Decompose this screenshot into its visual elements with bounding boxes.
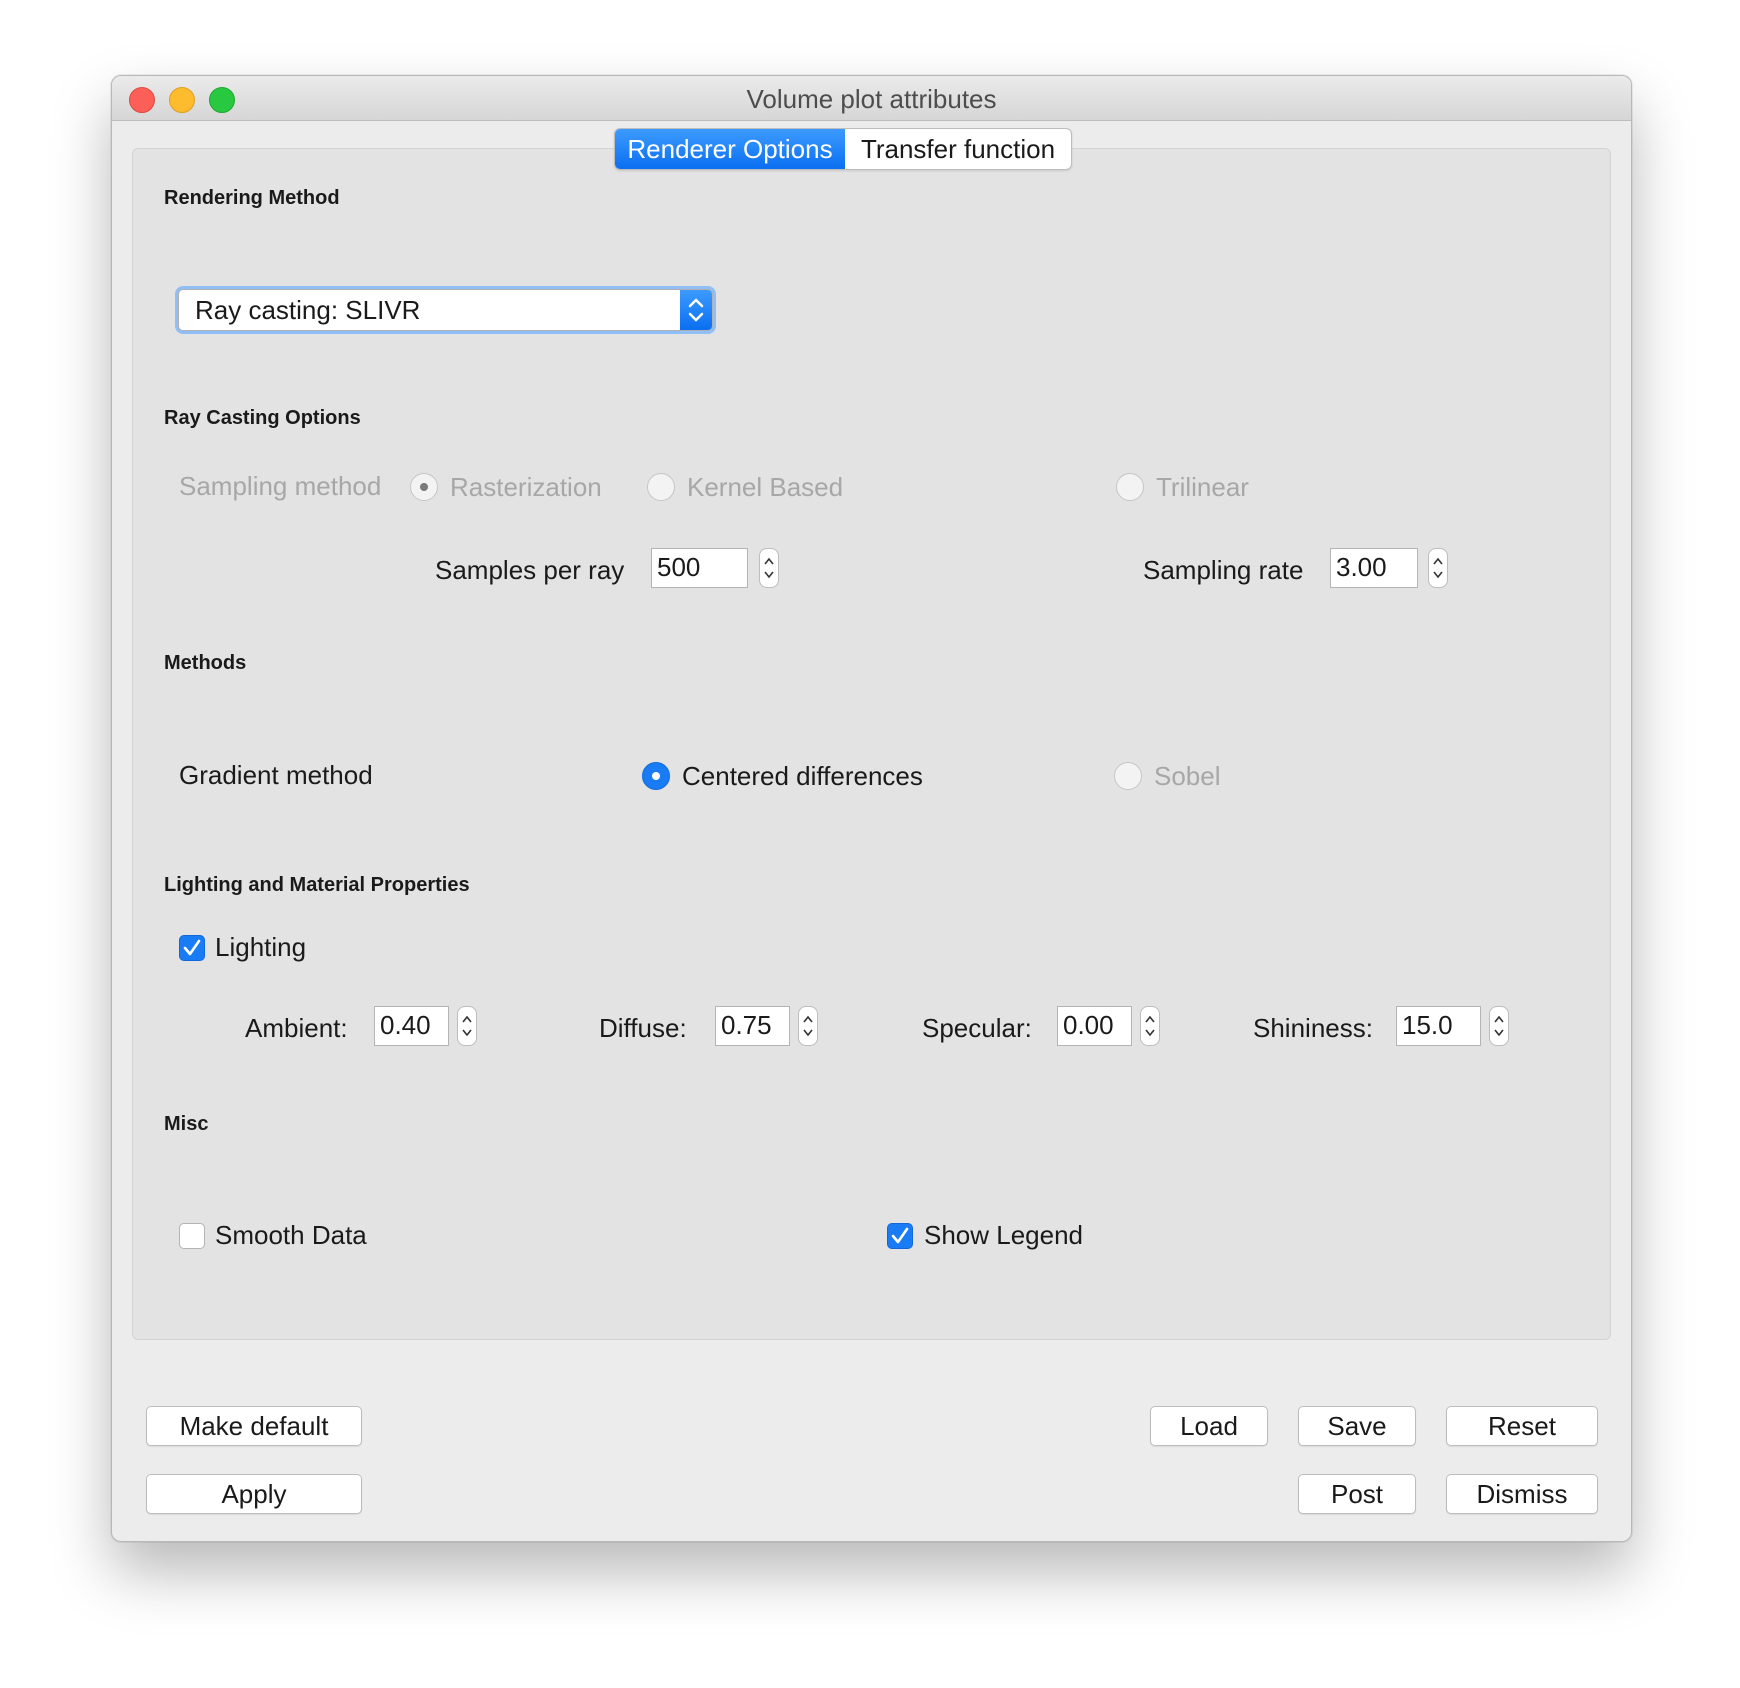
smooth-data-checkbox[interactable]: [179, 1223, 205, 1249]
checkmark-icon: [183, 939, 201, 956]
tab-transfer-function[interactable]: Transfer function: [845, 129, 1071, 169]
ambient-label: Ambient:: [245, 1013, 348, 1043]
post-button[interactable]: Post: [1298, 1474, 1416, 1514]
rasterization-radio[interactable]: [410, 473, 438, 501]
rendering-method-select[interactable]: Ray casting: SLIVR: [178, 289, 713, 331]
dismiss-button[interactable]: Dismiss: [1446, 1474, 1598, 1514]
shininess-stepper[interactable]: [1489, 1006, 1509, 1046]
samples-per-ray-field[interactable]: 500: [651, 548, 748, 588]
show-legend-label: Show Legend: [924, 1220, 1084, 1250]
diffuse-label: Diffuse:: [599, 1013, 687, 1043]
reset-button[interactable]: Reset: [1446, 1406, 1598, 1446]
ray-casting-heading: Ray Casting Options: [164, 407, 361, 429]
trilinear-label: Trilinear: [1156, 472, 1249, 502]
gradient-method-label: Gradient method: [179, 760, 373, 790]
checkmark-icon: [891, 1227, 909, 1244]
lighting-checkbox[interactable]: [179, 935, 205, 961]
samples-per-ray-label: Samples per ray: [435, 555, 625, 585]
rendering-method-value: Ray casting: SLIVR: [195, 295, 421, 325]
sampling-rate-field[interactable]: 3.00: [1330, 548, 1418, 588]
smooth-data-label: Smooth Data: [215, 1220, 367, 1250]
apply-button[interactable]: Apply: [146, 1474, 362, 1514]
window-title: Volume plot attributes: [746, 84, 997, 114]
centered-differences-label: Centered differences: [682, 761, 923, 791]
samples-per-ray-stepper[interactable]: [759, 548, 779, 588]
volume-plot-attributes-window: Volume plot attributes Renderer Options …: [111, 75, 1632, 1542]
sobel-label: Sobel: [1154, 761, 1221, 791]
sampling-rate-label: Sampling rate: [1143, 555, 1304, 585]
lighting-label: Lighting: [215, 932, 307, 962]
make-default-button[interactable]: Make default: [146, 1406, 362, 1446]
misc-heading: Misc: [164, 1113, 209, 1135]
save-button[interactable]: Save: [1298, 1406, 1416, 1446]
specular-field[interactable]: 0.00: [1057, 1006, 1132, 1046]
show-legend-checkbox[interactable]: [887, 1223, 913, 1249]
rasterization-label: Rasterization: [450, 472, 602, 502]
kernel-based-radio[interactable]: [647, 473, 675, 501]
sobel-radio[interactable]: [1114, 762, 1142, 790]
shininess-field[interactable]: 15.0: [1396, 1006, 1481, 1046]
ambient-stepper[interactable]: [457, 1006, 477, 1046]
kernel-based-label: Kernel Based: [687, 472, 844, 502]
shininess-label: Shininess:: [1253, 1013, 1373, 1043]
tab-renderer-options[interactable]: Renderer Options: [615, 129, 845, 169]
load-button[interactable]: Load: [1150, 1406, 1268, 1446]
title-bar[interactable]: Volume plot attributes: [112, 76, 1631, 121]
ambient-field[interactable]: 0.40: [374, 1006, 449, 1046]
trilinear-radio[interactable]: [1116, 473, 1144, 501]
rendering-method-heading: Rendering Method: [164, 187, 340, 209]
diffuse-field[interactable]: 0.75: [715, 1006, 790, 1046]
specular-stepper[interactable]: [1140, 1006, 1160, 1046]
specular-label: Specular:: [922, 1013, 1032, 1043]
tab-bar: Renderer Options Transfer function: [614, 128, 1072, 170]
centered-differences-radio[interactable]: [642, 762, 670, 790]
lighting-heading: Lighting and Material Properties: [164, 874, 470, 896]
methods-heading: Methods: [164, 652, 247, 674]
sampling-method-label: Sampling method: [179, 471, 382, 501]
select-arrows-icon: [680, 290, 712, 330]
diffuse-stepper[interactable]: [798, 1006, 818, 1046]
sampling-rate-stepper[interactable]: [1428, 548, 1448, 588]
